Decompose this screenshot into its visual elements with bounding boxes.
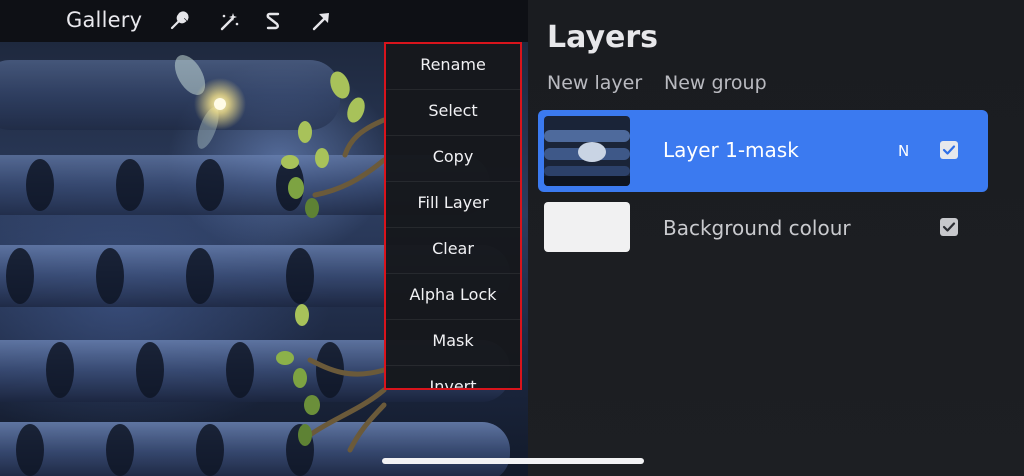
layer-thumbnail	[544, 202, 630, 252]
new-layer-button[interactable]: New layer	[547, 72, 642, 94]
menu-item-clear[interactable]: Clear	[386, 228, 520, 274]
menu-item-select[interactable]: Select	[386, 90, 520, 136]
home-indicator[interactable]	[382, 458, 644, 464]
transform-arrow-icon[interactable]	[310, 10, 332, 32]
visibility-checkbox[interactable]	[940, 218, 958, 236]
menu-item-invert[interactable]: Invert	[386, 366, 520, 388]
checkmark-icon	[942, 145, 956, 155]
selection-icon[interactable]	[262, 10, 284, 32]
magic-wand-icon[interactable]	[218, 10, 240, 32]
layers-panel: Layers New layer New group Layer 1-mask …	[528, 0, 1024, 476]
layer-row-layer-1-mask[interactable]: Layer 1-mask N	[538, 110, 988, 192]
menu-item-mask[interactable]: Mask	[386, 320, 520, 366]
menu-item-rename[interactable]: Rename	[386, 44, 520, 90]
menu-item-fill-layer[interactable]: Fill Layer	[386, 182, 520, 228]
blend-mode-button[interactable]: N	[898, 142, 909, 160]
layer-options-menu: Rename Select Copy Fill Layer Clear Alph…	[384, 42, 522, 390]
new-group-button[interactable]: New group	[664, 72, 767, 94]
wrench-icon[interactable]	[168, 10, 190, 32]
menu-item-copy[interactable]: Copy	[386, 136, 520, 182]
gallery-button[interactable]: Gallery	[66, 8, 142, 32]
checkmark-icon	[942, 222, 956, 232]
layer-row-background-colour[interactable]: Background colour	[538, 194, 988, 276]
menu-item-alpha-lock[interactable]: Alpha Lock	[386, 274, 520, 320]
layer-name: Background colour	[663, 216, 851, 240]
top-toolbar: Gallery	[0, 0, 530, 42]
layer-name: Layer 1-mask	[663, 138, 799, 162]
layer-thumbnail	[544, 116, 630, 186]
visibility-checkbox[interactable]	[940, 141, 958, 159]
panel-title: Layers	[547, 20, 658, 55]
